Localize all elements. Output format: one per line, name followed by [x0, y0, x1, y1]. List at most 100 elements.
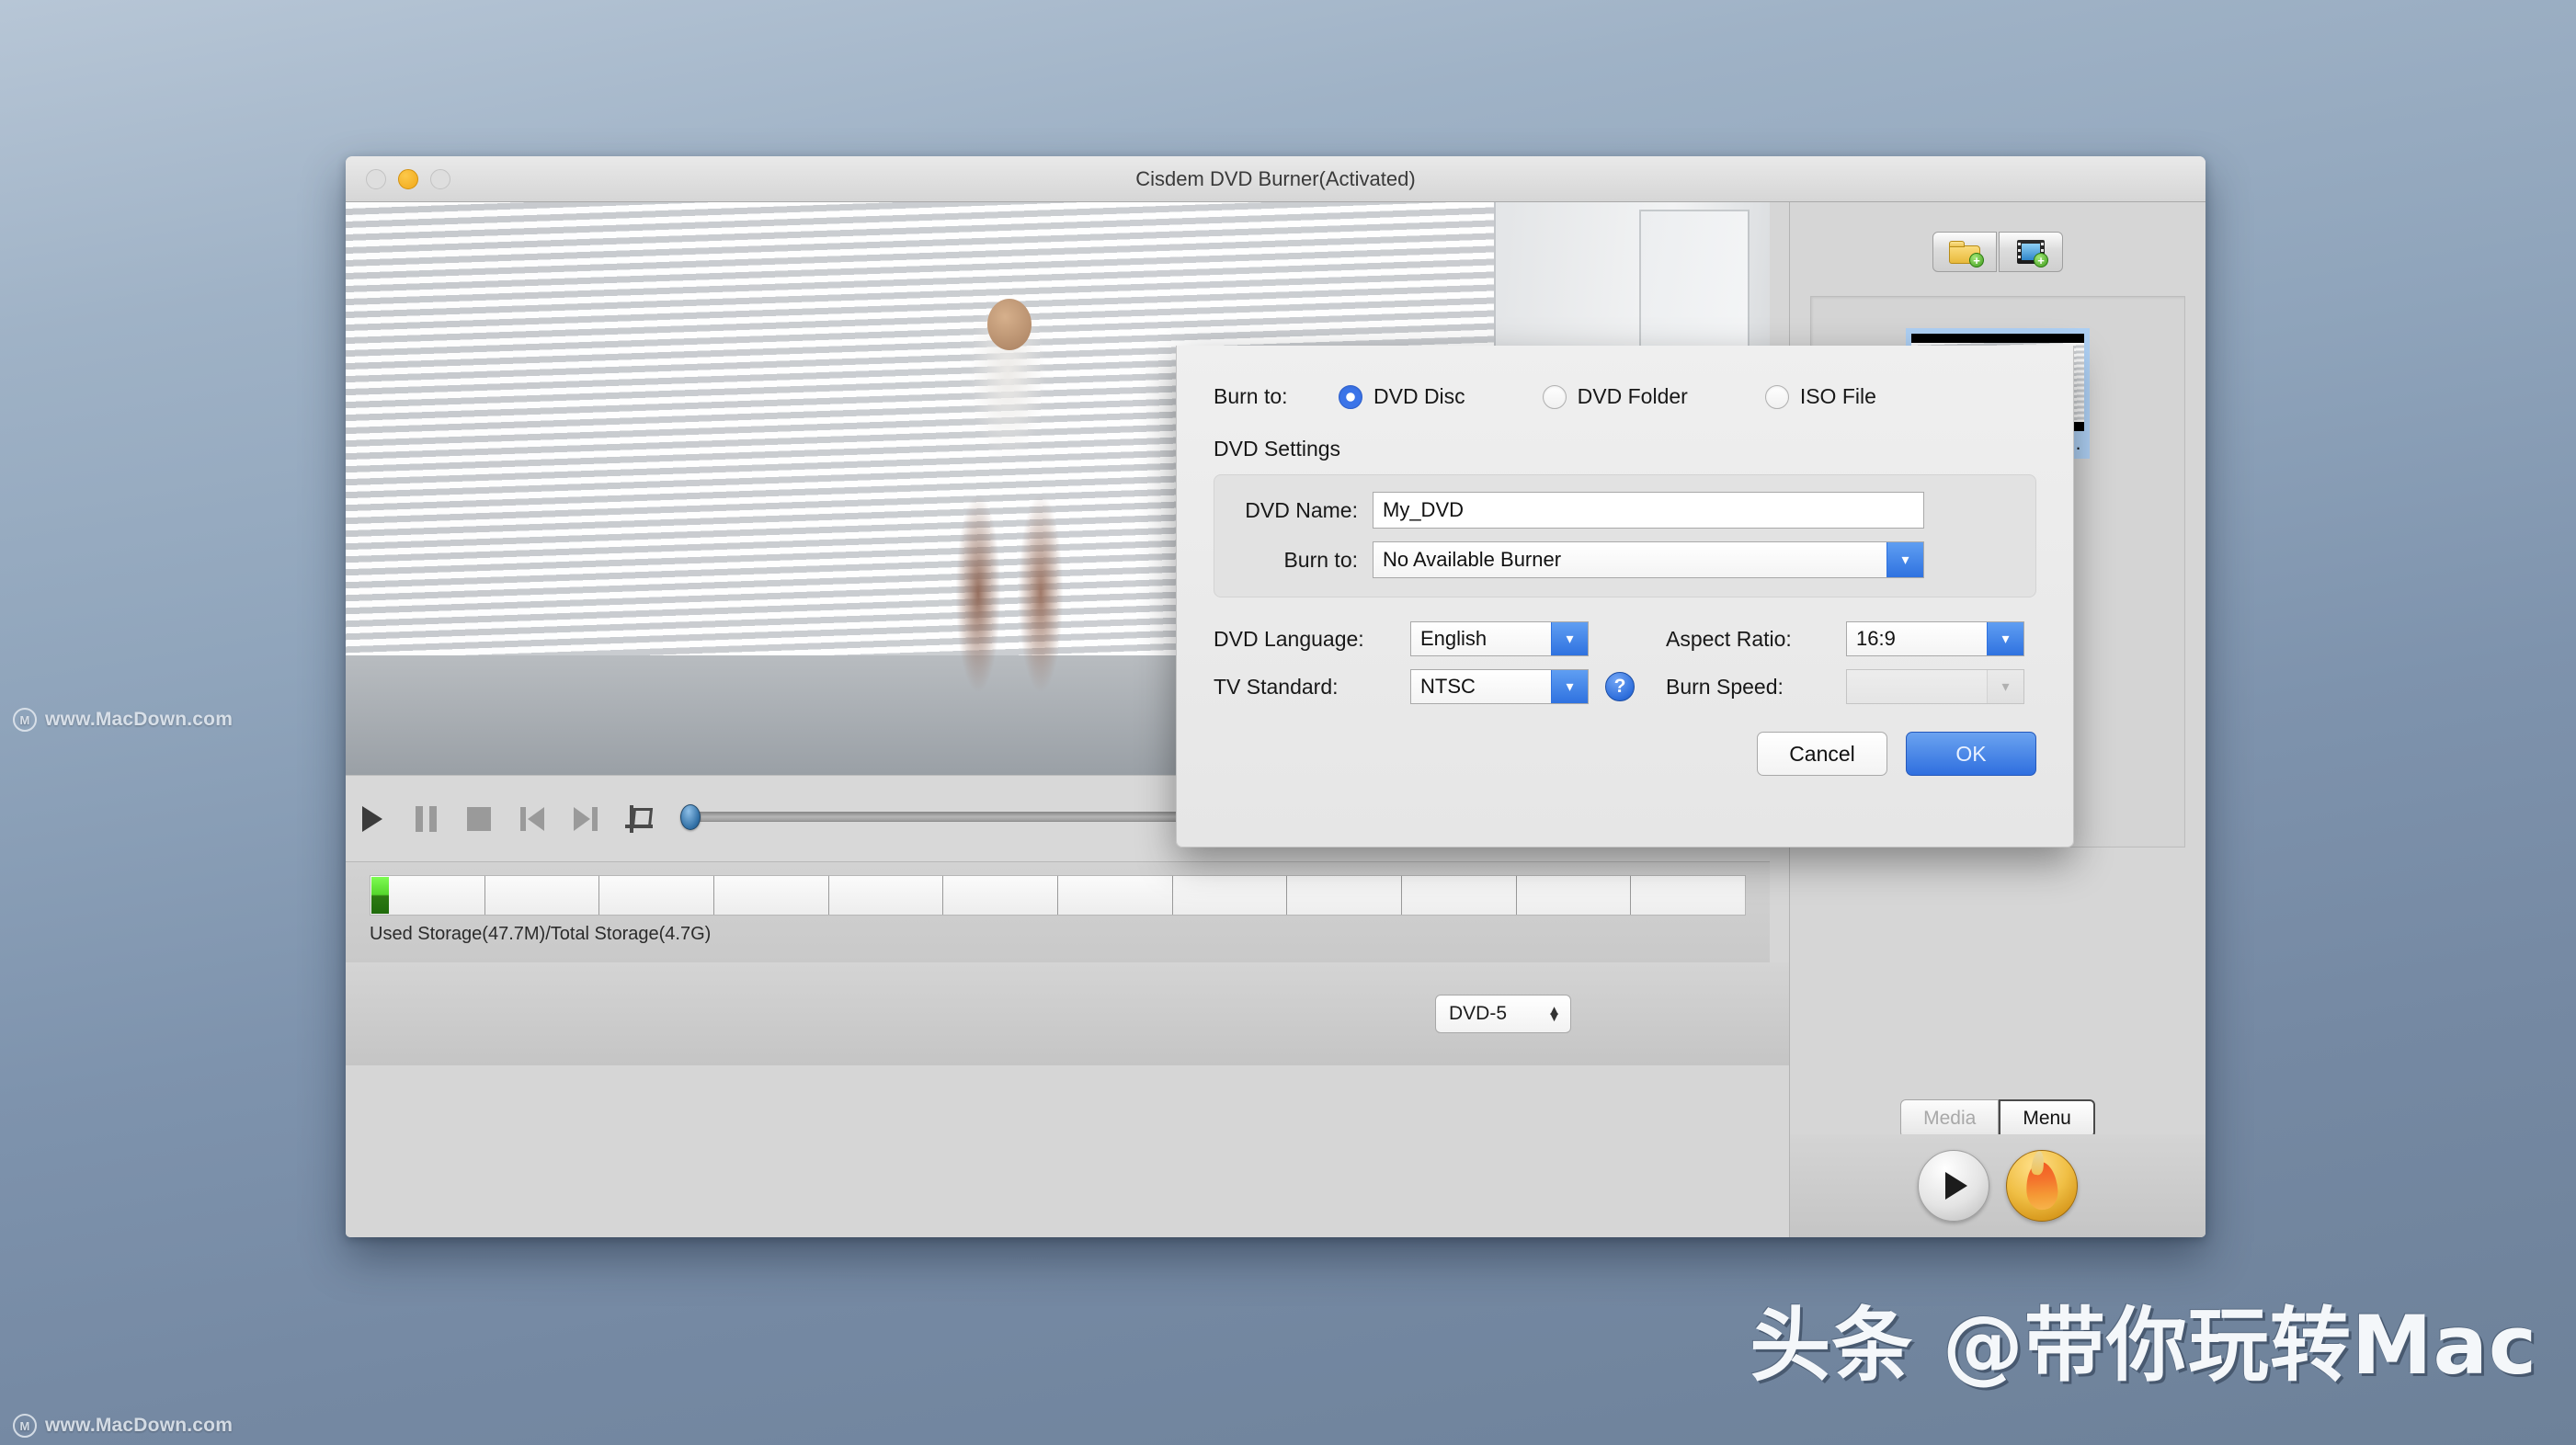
media-toolbar: + + [1790, 202, 2206, 272]
video-subject-head [987, 299, 1032, 350]
burner-value: No Available Burner [1383, 548, 1562, 571]
storage-segment [943, 876, 1059, 915]
dvd-name-input[interactable]: My_DVD [1373, 492, 1924, 529]
macdown-watermark-bottom: M www.MacDown.com [13, 1414, 233, 1438]
language-aspect-row: DVD Language: English ▾ Aspect Ratio: 16… [1214, 621, 2036, 656]
play-icon [1945, 1172, 1967, 1200]
storage-meter-area: Used Storage(47.7M)/Total Storage(4.7G) [346, 861, 1770, 962]
storage-segment [829, 876, 944, 915]
burner-label: Burn to: [1283, 547, 1358, 572]
tab-menu[interactable]: Menu [1999, 1099, 2095, 1138]
chevron-down-icon[interactable]: ▾ [1551, 670, 1588, 703]
video-subject [916, 299, 1100, 701]
title-bar: Cisdem DVD Burner(Activated) [346, 156, 2206, 202]
radio-iso-file-indicator[interactable] [1764, 384, 1789, 409]
dvd-language-value: English [1420, 627, 1487, 650]
burner-row: Burn to: No Available Burner ▾ [1235, 541, 2015, 578]
chevron-down-icon[interactable]: ▾ [1886, 542, 1923, 577]
cancel-button[interactable]: Cancel [1757, 732, 1887, 776]
add-folder-button[interactable]: + [1932, 232, 1997, 272]
storage-segment [485, 876, 600, 915]
help-button[interactable]: ? [1605, 672, 1635, 701]
right-bottom-bar [1790, 1134, 2206, 1237]
left-bottom-bar: DVD-5 ▲ ▼ [346, 962, 1789, 1065]
disc-type-value: DVD-5 [1449, 1003, 1508, 1024]
skip-back-icon [520, 806, 544, 831]
sheet-actions: Cancel OK [1214, 732, 2036, 776]
storage-segment [714, 876, 829, 915]
radio-dvd-folder-label: DVD Folder [1577, 384, 1688, 408]
stop-icon [467, 806, 491, 831]
storage-segment [1402, 876, 1517, 915]
macdown-watermark-top: M www.MacDown.com [13, 708, 233, 732]
dvd-options: DVD Language: English ▾ Aspect Ratio: 16… [1214, 621, 2036, 704]
crop-button[interactable] [612, 793, 666, 845]
dvd-settings-heading: DVD Settings [1214, 437, 1341, 461]
tv-standard-select[interactable]: NTSC ▾ [1410, 669, 1589, 704]
radio-dvd-disc-indicator[interactable] [1339, 384, 1362, 409]
add-video-button[interactable]: + [1999, 232, 2063, 272]
storage-segment [599, 876, 715, 915]
tv-standard-label: TV Standard: [1214, 674, 1339, 699]
skip-forward-icon [574, 806, 598, 831]
burn-target-row: Burn to: DVD Disc DVD Folder ISO File [1214, 384, 2036, 409]
burn-button[interactable] [2006, 1150, 2078, 1222]
dvd-name-label: DVD Name: [1245, 497, 1358, 522]
storage-segment [1173, 876, 1288, 915]
radio-dvd-folder[interactable]: DVD Folder [1542, 384, 1688, 409]
film-add-icon: + [2017, 240, 2048, 267]
radio-iso-file[interactable]: ISO File [1764, 384, 1876, 409]
play-icon [362, 805, 382, 832]
storage-meter [370, 875, 1746, 916]
tab-media[interactable]: Media [1900, 1099, 2000, 1138]
seek-handle[interactable] [680, 803, 701, 830]
app-window: Cisdem DVD Burner(Activated) Used Storag… [346, 156, 2206, 1237]
dvd-name-row: DVD Name: My_DVD [1235, 492, 2015, 529]
dvd-settings-group: DVD Name: My_DVD Burn to: No Available B… [1214, 474, 2036, 597]
macdown-logo-icon: M [13, 708, 37, 732]
panel-tabs: Media Menu [1790, 1099, 2206, 1138]
toutiao-watermark: 头条 @带你玩转Mac [1750, 1298, 2537, 1393]
pause-icon [415, 805, 437, 832]
chevron-down-icon[interactable]: ▾ [1987, 622, 2023, 655]
aspect-ratio-value: 16:9 [1856, 627, 1896, 650]
pause-button[interactable] [399, 793, 452, 845]
burn-settings-sheet: Burn to: DVD Disc DVD Folder ISO File DV… [1176, 346, 2074, 848]
storage-segment [1517, 876, 1632, 915]
chevron-down-icon[interactable]: ▾ [1551, 622, 1588, 655]
macdown-watermark-text: www.MacDown.com [45, 1415, 234, 1436]
storage-meter-fill [371, 877, 389, 914]
tv-standard-value: NTSC [1420, 675, 1476, 698]
preview-button[interactable] [1918, 1150, 1989, 1222]
stepper-icon[interactable]: ▲ ▼ [1547, 1004, 1561, 1024]
crop-icon [625, 804, 654, 833]
next-button[interactable] [559, 793, 612, 845]
play-button[interactable] [346, 793, 399, 845]
dvd-language-label: DVD Language: [1214, 626, 1364, 651]
aspect-ratio-label: Aspect Ratio: [1666, 626, 1792, 651]
previous-button[interactable] [506, 793, 559, 845]
burn-speed-label: Burn Speed: [1666, 674, 1784, 699]
storage-label: Used Storage(47.7M)/Total Storage(4.7G) [370, 924, 712, 944]
macdown-logo-icon: M [13, 1414, 37, 1438]
aspect-ratio-select[interactable]: 16:9 ▾ [1846, 621, 2024, 656]
dvd-language-select[interactable]: English ▾ [1410, 621, 1589, 656]
radio-dvd-folder-indicator[interactable] [1542, 384, 1567, 409]
macdown-watermark-text: www.MacDown.com [45, 709, 234, 730]
tv-standard-row: TV Standard: NTSC ▾ ? Burn Speed: ▾ [1214, 669, 2036, 704]
storage-segment [1631, 876, 1745, 915]
burn-to-label: Burn to: [1214, 384, 1288, 408]
chevron-down-icon: ▾ [1987, 670, 2023, 703]
window-title: Cisdem DVD Burner(Activated) [1135, 166, 1416, 190]
ok-button[interactable]: OK [1906, 732, 2036, 776]
folder-add-icon: + [1949, 240, 1984, 267]
storage-segment [1058, 876, 1173, 915]
disc-type-select[interactable]: DVD-5 ▲ ▼ [1435, 995, 1571, 1033]
stop-button[interactable] [452, 793, 506, 845]
radio-dvd-disc-label: DVD Disc [1373, 384, 1465, 408]
storage-segment [1287, 876, 1403, 915]
radio-iso-file-label: ISO File [1799, 384, 1876, 408]
burn-speed-select[interactable]: ▾ [1846, 669, 2024, 704]
burner-select[interactable]: No Available Burner ▾ [1373, 541, 1924, 578]
radio-dvd-disc[interactable]: DVD Disc [1339, 384, 1465, 409]
